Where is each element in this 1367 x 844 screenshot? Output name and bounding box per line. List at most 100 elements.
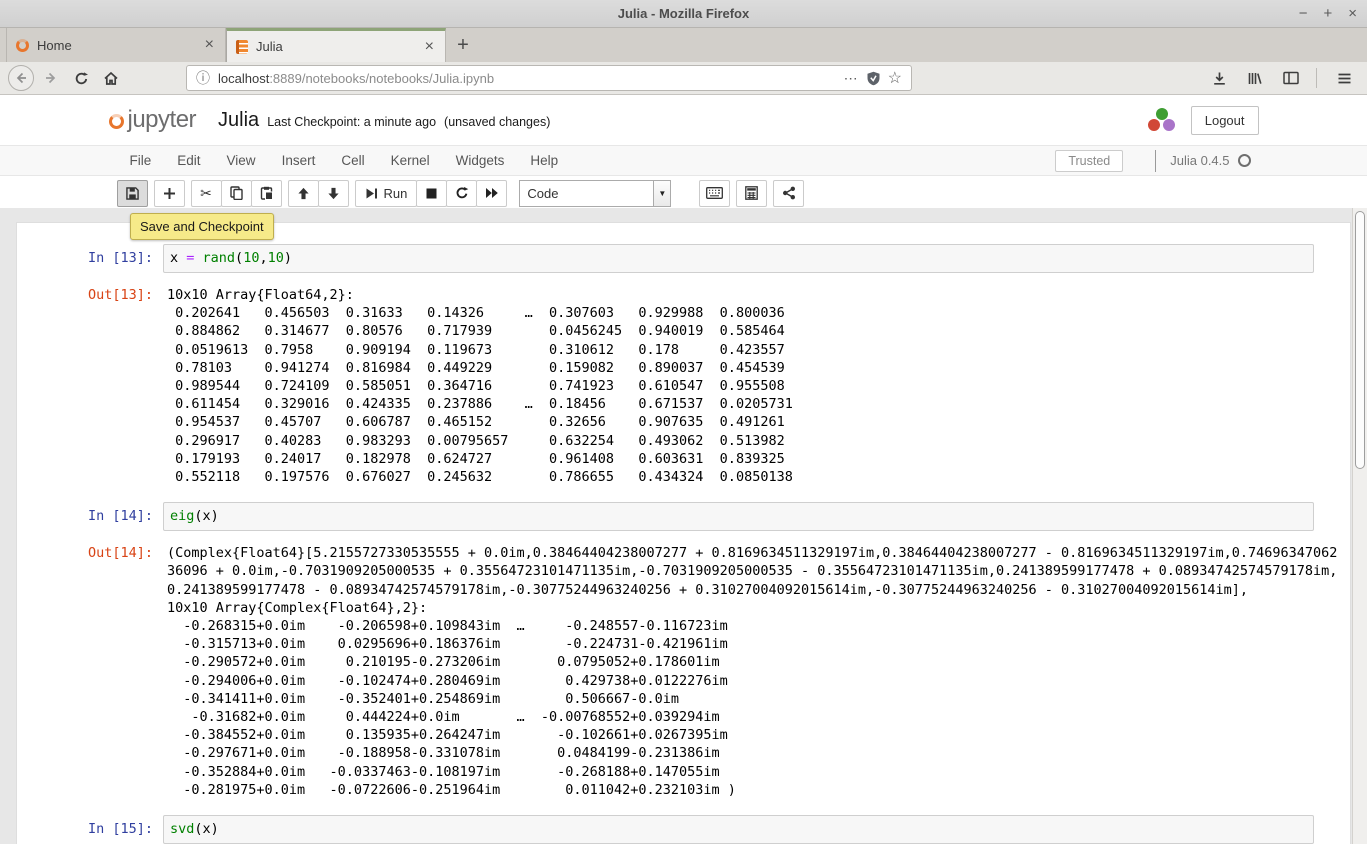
notebook-title[interactable]: Julia	[218, 109, 259, 132]
jupyter-logo[interactable]: jupyter	[109, 108, 197, 132]
window-controls: − + ×	[1299, 0, 1357, 27]
share-notebook-button[interactable]	[773, 180, 804, 207]
tab-home[interactable]: Home ×	[6, 28, 226, 62]
scrollbar[interactable]	[1352, 208, 1367, 844]
cell-type-value: Code	[520, 186, 653, 201]
code-cell-14[interactable]: In [14]: eig(x) Out[14]: (Complex{Float6…	[17, 502, 1350, 799]
close-tab-icon[interactable]: ×	[423, 40, 436, 54]
add-cell-button[interactable]	[154, 180, 185, 207]
checkpoint-status: Last Checkpoint: a minute ago	[267, 115, 436, 129]
window-title: Julia - Mozilla Firefox	[618, 6, 749, 21]
unsaved-status: (unsaved changes)	[444, 115, 550, 129]
menu-widgets[interactable]: Widgets	[443, 153, 518, 168]
toolbar-separator	[1316, 68, 1317, 88]
shield-icon[interactable]	[866, 71, 881, 86]
command-palette-button[interactable]	[699, 180, 730, 207]
interrupt-kernel-button[interactable]	[416, 180, 447, 207]
jupyter-logo-text: jupyter	[128, 108, 197, 132]
chevron-down-icon[interactable]: ▼	[653, 181, 670, 206]
fast-forward-icon	[485, 187, 499, 199]
output-text: 10x10 Array{Float64,2}: 0.202641 0.45650…	[167, 286, 1314, 486]
input-prompt: In [14]:	[22, 502, 163, 531]
library-button[interactable]	[1240, 65, 1270, 91]
kernel-separator	[1155, 150, 1156, 172]
code-input[interactable]: x = rand(10,10)	[163, 244, 1314, 273]
paste-icon	[260, 186, 273, 200]
nbextension-calc-button[interactable]	[736, 180, 767, 207]
url-path: :8889/notebooks/notebooks/Julia.ipynb	[269, 71, 494, 86]
run-cell-button[interactable]: Run	[355, 180, 418, 207]
share-icon	[782, 186, 796, 200]
julia-dot-red	[1148, 119, 1160, 131]
navigation-toolbar: ⓘ localhost:8889/notebooks/notebooks/Jul…	[0, 62, 1367, 95]
tab-julia[interactable]: Julia ×	[226, 28, 446, 62]
reload-icon	[74, 71, 89, 86]
window-titlebar[interactable]: Julia - Mozilla Firefox − + ×	[0, 0, 1367, 28]
jupyter-ring-icon	[109, 114, 124, 129]
run-icon	[365, 187, 378, 200]
close-icon[interactable]: ×	[1348, 6, 1357, 21]
menu-insert[interactable]: Insert	[269, 153, 329, 168]
download-icon	[1212, 71, 1227, 86]
notebook-container: In [13]: x = rand(10,10) Out[13]: 10x10 …	[16, 222, 1351, 844]
paste-cell-button[interactable]	[251, 180, 282, 207]
reload-button[interactable]	[68, 65, 94, 91]
close-tab-icon[interactable]: ×	[203, 38, 216, 52]
restart-run-all-button[interactable]	[476, 180, 507, 207]
nav-right-buttons	[1198, 65, 1359, 91]
url-bar[interactable]: ⓘ localhost:8889/notebooks/notebooks/Jul…	[186, 65, 912, 91]
code-cell-13[interactable]: In [13]: x = rand(10,10) Out[13]: 10x10 …	[17, 244, 1350, 486]
move-up-icon	[297, 187, 310, 200]
run-label: Run	[384, 186, 408, 201]
code-input[interactable]: eig(x)	[163, 502, 1314, 531]
back-button[interactable]	[8, 65, 34, 91]
cut-icon: ✂	[200, 186, 212, 200]
notebook-toolbar: ✂	[0, 176, 1367, 208]
output-prompt: Out[13]:	[22, 286, 163, 486]
restart-kernel-button[interactable]	[446, 180, 477, 207]
bookmark-star-icon[interactable]: ☆	[888, 68, 902, 88]
move-cell-up-button[interactable]	[288, 180, 319, 207]
menu-view[interactable]: View	[214, 153, 269, 168]
julia-dot-green	[1156, 108, 1168, 120]
save-button[interactable]	[117, 180, 148, 207]
add-cell-icon	[163, 187, 176, 200]
menu-icon	[1337, 72, 1352, 85]
notebook-site[interactable]: In [13]: x = rand(10,10) Out[13]: 10x10 …	[0, 208, 1367, 844]
notebook-header: jupyter Julia Last Checkpoint: a minute …	[0, 95, 1367, 145]
minimize-icon[interactable]: −	[1299, 6, 1308, 21]
forward-icon	[44, 71, 58, 85]
cut-cell-button[interactable]: ✂	[191, 180, 222, 207]
site-info-icon[interactable]: ⓘ	[196, 68, 210, 88]
input-prompt: In [13]:	[22, 244, 163, 273]
menu-edit[interactable]: Edit	[164, 153, 213, 168]
cell-type-select[interactable]: Code ▼	[519, 180, 671, 207]
save-tooltip: Save and Checkpoint	[130, 213, 274, 240]
title-block: Julia Last Checkpoint: a minute ago (uns…	[218, 109, 550, 132]
maximize-icon[interactable]: +	[1323, 6, 1332, 21]
home-button[interactable]	[98, 65, 124, 91]
copy-cell-button[interactable]	[221, 180, 252, 207]
app-menu-button[interactable]	[1329, 65, 1359, 91]
save-icon	[126, 187, 139, 200]
download-button[interactable]	[1204, 65, 1234, 91]
code-input[interactable]: svd(x)	[163, 815, 1314, 844]
page-actions-icon[interactable]: ⋯	[844, 70, 859, 87]
code-text: svd(x)	[170, 821, 1307, 838]
forward-button[interactable]	[38, 65, 64, 91]
firefox-window: Julia - Mozilla Firefox − + × Home × Jul…	[0, 0, 1367, 844]
move-cell-down-button[interactable]	[318, 180, 349, 207]
sidebar-toggle-button[interactable]	[1276, 65, 1306, 91]
scrollbar-thumb[interactable]	[1355, 211, 1365, 469]
trusted-button[interactable]: Trusted	[1055, 150, 1123, 172]
menu-file[interactable]: File	[117, 153, 165, 168]
output-prompt: Out[14]:	[22, 544, 163, 799]
logout-button[interactable]: Logout	[1191, 106, 1259, 135]
menu-kernel[interactable]: Kernel	[378, 153, 443, 168]
menu-cell[interactable]: Cell	[328, 153, 377, 168]
menu-help[interactable]: Help	[517, 153, 571, 168]
code-cell-15[interactable]: In [15]: svd(x)	[17, 815, 1350, 844]
new-tab-button[interactable]: +	[446, 28, 480, 62]
tab-label: Julia	[256, 39, 423, 54]
jupyter-page: jupyter Julia Last Checkpoint: a minute …	[0, 95, 1367, 844]
